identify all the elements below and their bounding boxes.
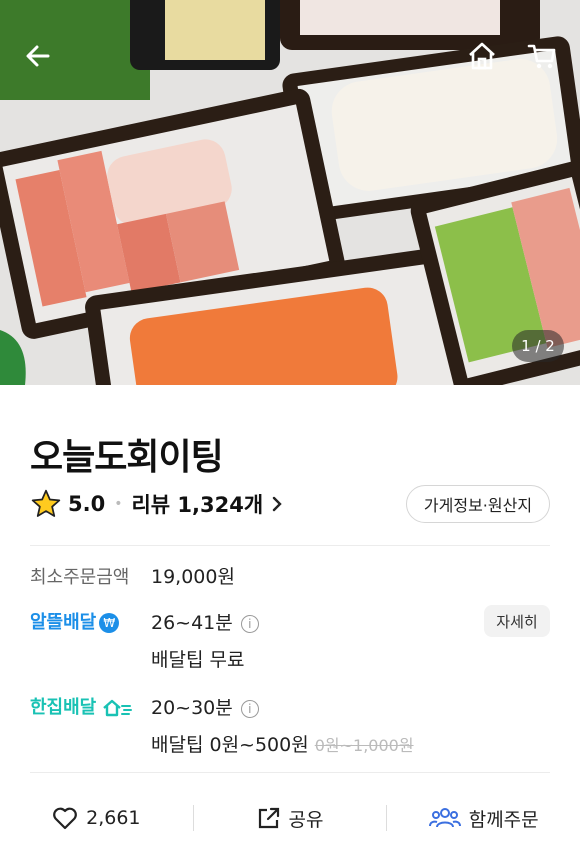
single-time-text: 20~30분 [151,697,233,719]
single-delivery-text: 한집배달 [30,697,97,718]
separator-dot: • [114,496,123,512]
heart-icon [53,807,78,830]
divider [30,545,550,546]
original-tip: 0원~1,000원 [314,736,414,755]
cart-button[interactable] [522,36,562,76]
group-people-icon [428,808,461,828]
rating-review-link[interactable]: 5.0 • 리뷰 1,324개 [30,486,283,522]
like-button[interactable]: 2,661 [0,806,193,830]
like-count: 2,661 [86,807,141,829]
cart-icon [527,44,556,69]
back-button[interactable] [18,36,58,76]
rating-value: 5.0 [68,492,106,516]
share-icon [258,807,279,829]
share-button[interactable]: 공유 [194,805,387,832]
saver-delivery-label: 알뜰배달 ₩ [30,608,120,634]
min-order-value: 19,000원 [151,566,235,588]
single-delivery-label: 한집배달 [30,693,132,719]
divider [30,772,550,773]
store-hero-image[interactable]: 1 / 2 [0,0,580,385]
store-name: 오늘도회이팅 [30,437,224,478]
single-tip-text: 배달팁 0원~500원 [151,734,309,756]
back-arrow-icon [26,45,50,67]
won-badge-icon: ₩ [99,613,120,633]
chevron-right-icon [272,496,282,512]
single-delivery-time: 20~30분 i [151,693,259,720]
saver-delivery-time: 26~41분 i [151,608,259,635]
home-icon [469,42,495,70]
info-icon[interactable]: i [240,699,259,718]
single-delivery-house-icon [103,699,132,717]
action-bar: 2,661 공유 함께주문 [0,790,580,846]
store-info-button[interactable]: 가게정보·원산지 [406,485,550,523]
detail-button[interactable]: 자세히 [484,605,550,637]
share-label: 공유 [288,808,324,831]
info-icon[interactable]: i [240,614,259,633]
home-button[interactable] [462,36,502,76]
review-count: 리뷰 1,324개 [131,493,264,517]
saver-delivery-tip: 배달팁 무료 [151,649,245,671]
star-icon [31,489,61,517]
saver-time-text: 26~41분 [151,612,233,634]
image-counter: 1 / 2 [512,330,564,362]
saver-delivery-text: 알뜰배달 [30,612,97,633]
single-delivery-tip: 배달팁 0원~500원 0원~1,000원 [151,730,414,757]
min-order-label: 최소주문금액 [30,567,130,588]
group-order-button[interactable]: 함께주문 [387,805,580,832]
group-order-label: 함께주문 [468,808,539,831]
